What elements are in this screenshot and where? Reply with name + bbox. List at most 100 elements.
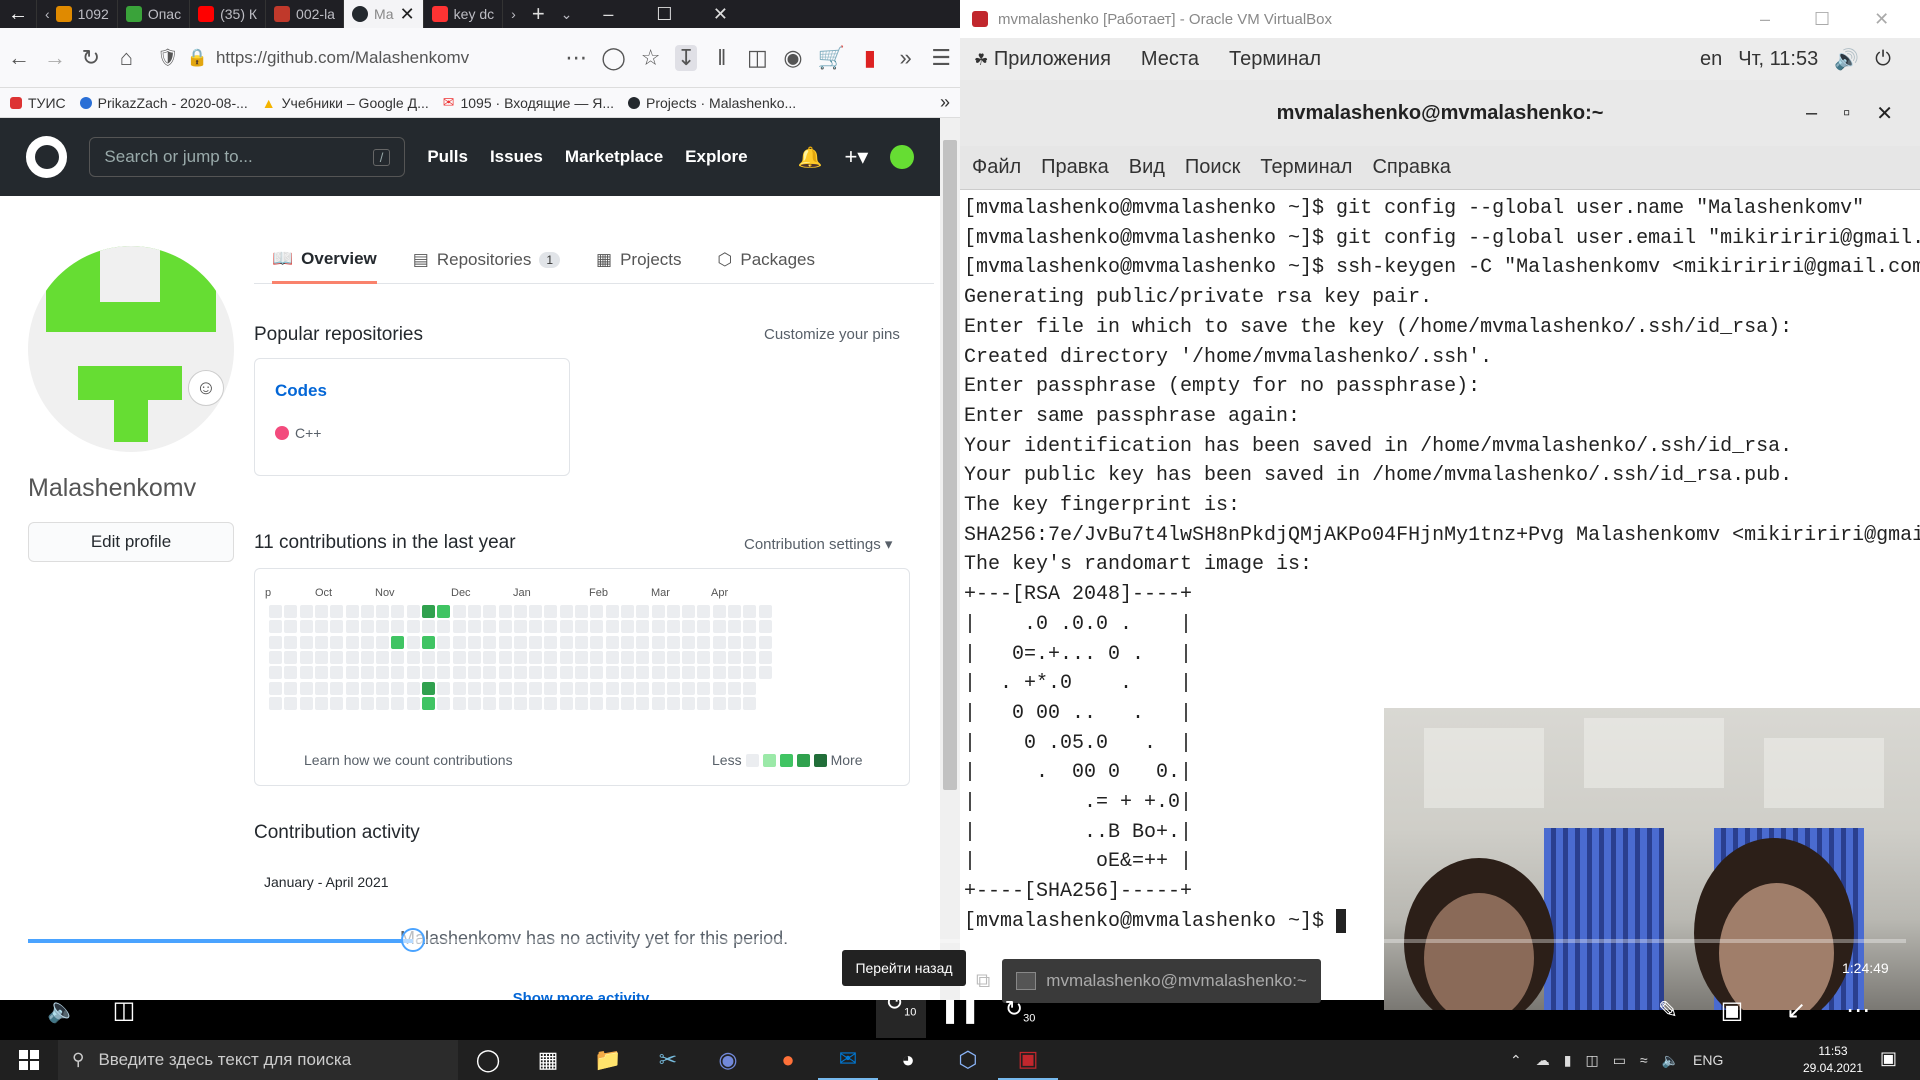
calendar-day-cell[interactable] bbox=[682, 681, 696, 695]
firefox-icon[interactable]: ● bbox=[758, 1040, 818, 1080]
calendar-day-cell[interactable] bbox=[529, 605, 543, 618]
calendar-day-cell[interactable] bbox=[422, 696, 435, 710]
calendar-day-cell[interactable] bbox=[391, 650, 405, 664]
browser-tab[interactable]: Опас bbox=[118, 0, 191, 28]
calendar-day-cell[interactable] bbox=[391, 681, 405, 695]
calendar-day-cell[interactable] bbox=[498, 696, 512, 710]
calendar-day-cell[interactable] bbox=[743, 620, 757, 634]
calendar-day-cell[interactable] bbox=[513, 666, 527, 680]
calendar-day-cell[interactable] bbox=[360, 650, 374, 664]
calendar-day-cell[interactable] bbox=[605, 696, 619, 710]
calendar-day-cell[interactable] bbox=[406, 681, 420, 695]
calendar-day-cell[interactable] bbox=[712, 696, 726, 710]
calendar-day-cell[interactable] bbox=[360, 620, 374, 634]
skip-forward-button[interactable]: ↻30 bbox=[1000, 996, 1040, 1024]
calendar-day-cell[interactable] bbox=[422, 620, 435, 634]
calendar-day-cell[interactable] bbox=[697, 650, 711, 664]
calendar-day-cell[interactable] bbox=[437, 666, 451, 680]
calendar-day-cell[interactable] bbox=[728, 696, 741, 710]
calendar-day-cell[interactable] bbox=[758, 620, 772, 634]
home-icon[interactable]: ⌂ bbox=[116, 45, 138, 71]
sidebar-icon[interactable]: ◫ bbox=[747, 45, 769, 71]
calendar-day-cell[interactable] bbox=[666, 620, 680, 634]
close-icon[interactable]: ✕ bbox=[692, 4, 748, 25]
calendar-day-cell[interactable] bbox=[269, 696, 282, 710]
calendar-day-cell[interactable] bbox=[728, 681, 741, 695]
exit-fullscreen-icon[interactable]: ↙ bbox=[1776, 996, 1816, 1025]
calendar-day-cell[interactable] bbox=[758, 605, 772, 618]
repo-link[interactable]: Codes bbox=[275, 381, 549, 401]
tab-repositories[interactable]: ▤ Repositories 1 bbox=[413, 236, 561, 284]
calendar-day-cell[interactable] bbox=[314, 605, 328, 618]
download-icon[interactable]: ↧ bbox=[675, 44, 697, 71]
calendar-day-cell[interactable] bbox=[682, 635, 696, 649]
vb-close-icon[interactable]: ✕ bbox=[1874, 9, 1889, 30]
cortana-icon[interactable]: ◯ bbox=[458, 1040, 518, 1080]
calendar-day-cell[interactable] bbox=[575, 681, 588, 695]
calendar-day-cell[interactable] bbox=[697, 696, 711, 710]
calendar-day-cell[interactable] bbox=[620, 620, 634, 634]
calendar-day-cell[interactable] bbox=[452, 620, 466, 634]
calendar-day-cell[interactable] bbox=[620, 635, 634, 649]
calendar-day-cell[interactable] bbox=[422, 666, 435, 680]
calendar-day-cell[interactable] bbox=[269, 635, 282, 649]
captions-icon[interactable]: ◫ bbox=[104, 996, 144, 1025]
menu-help[interactable]: Справка bbox=[1372, 156, 1450, 179]
calendar-day-cell[interactable] bbox=[314, 696, 328, 710]
calendar-day-cell[interactable] bbox=[437, 635, 451, 649]
tab-scroll-icon[interactable]: › bbox=[503, 0, 524, 28]
calendar-day-cell[interactable] bbox=[697, 666, 711, 680]
show-more-activity-button[interactable]: Show more activity bbox=[256, 990, 906, 1000]
more-icon[interactable]: ⋯ bbox=[565, 45, 587, 71]
bookmark-item[interactable]: ✉ 1095 · Входящие — Я... bbox=[443, 94, 614, 111]
calendar-day-cell[interactable] bbox=[666, 696, 680, 710]
avatar[interactable] bbox=[890, 145, 914, 169]
calendar-day-cell[interactable] bbox=[269, 605, 282, 618]
calendar-day-cell[interactable] bbox=[330, 605, 344, 618]
calendar-day-cell[interactable] bbox=[299, 650, 313, 664]
calendar-day-cell[interactable] bbox=[376, 681, 390, 695]
calendar-day-cell[interactable] bbox=[345, 605, 359, 618]
contribution-settings-dropdown[interactable]: Contribution settings ▾ bbox=[744, 535, 892, 553]
calendar-day-cell[interactable] bbox=[559, 666, 573, 680]
calendar-day-cell[interactable] bbox=[467, 681, 481, 695]
tab-projects[interactable]: ▦ Projects bbox=[596, 236, 681, 284]
calendar-day-cell[interactable] bbox=[575, 696, 588, 710]
new-tab-icon[interactable]: + bbox=[524, 0, 553, 28]
calendar-day-cell[interactable] bbox=[682, 696, 696, 710]
github-logo-icon[interactable] bbox=[26, 136, 68, 178]
account-icon[interactable]: ◉ bbox=[782, 45, 804, 71]
calendar-day-cell[interactable] bbox=[529, 696, 543, 710]
calendar-day-cell[interactable] bbox=[544, 681, 558, 695]
calendar-day-cell[interactable] bbox=[758, 650, 772, 664]
calendar-day-cell[interactable] bbox=[498, 666, 512, 680]
calendar-day-cell[interactable] bbox=[743, 635, 757, 649]
calendar-day-cell[interactable] bbox=[544, 650, 558, 664]
overflow-icon[interactable]: » bbox=[895, 45, 917, 71]
calendar-day-cell[interactable] bbox=[360, 635, 374, 649]
vm-taskbar-terminal[interactable]: mvmalashenko@mvmalashenko:~ bbox=[1002, 959, 1321, 1003]
battery-icon[interactable]: ▭ bbox=[1613, 1052, 1626, 1069]
calendar-day-cell[interactable] bbox=[345, 681, 359, 695]
calendar-day-cell[interactable] bbox=[437, 696, 451, 710]
calendar-day-cell[interactable] bbox=[345, 666, 359, 680]
seek-handle[interactable] bbox=[400, 928, 425, 952]
calendar-day-cell[interactable] bbox=[467, 605, 481, 618]
calendar-day-cell[interactable] bbox=[330, 696, 344, 710]
calendar-day-cell[interactable] bbox=[544, 696, 558, 710]
calendar-day-cell[interactable] bbox=[467, 666, 481, 680]
bookmark-item[interactable]: ▲ Учебники – Google Д... bbox=[262, 95, 429, 111]
obs-icon[interactable]: ◕ bbox=[878, 1040, 938, 1080]
calendar-day-cell[interactable] bbox=[682, 666, 696, 680]
calendar-day-cell[interactable] bbox=[391, 620, 405, 634]
calendar-day-cell[interactable] bbox=[314, 620, 328, 634]
calendar-day-cell[interactable] bbox=[590, 650, 604, 664]
skip-back-button[interactable]: ↺10 bbox=[876, 990, 926, 1038]
calendar-day-cell[interactable] bbox=[559, 696, 573, 710]
star-icon[interactable]: ☆ bbox=[640, 45, 662, 71]
calendar-day-cell[interactable] bbox=[529, 666, 543, 680]
cart-icon[interactable]: 🛒 bbox=[818, 45, 845, 71]
calendar-day-cell[interactable] bbox=[636, 605, 650, 618]
calendar-day-cell[interactable] bbox=[559, 620, 573, 634]
calendar-day-cell[interactable] bbox=[620, 650, 634, 664]
